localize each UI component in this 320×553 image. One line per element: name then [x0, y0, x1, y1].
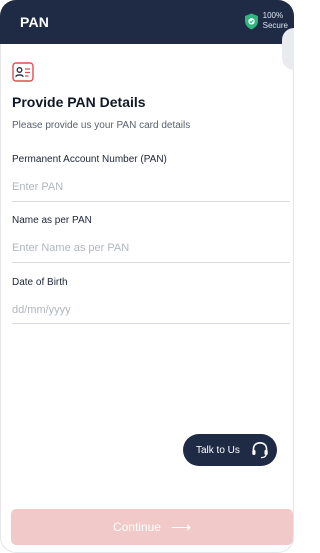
- name-input[interactable]: [12, 238, 290, 258]
- continue-label: Continue: [112, 520, 161, 534]
- pan-underline: [12, 201, 290, 202]
- id-card-icon: [12, 62, 34, 82]
- pan-label: Permanent Account Number (PAN): [12, 154, 167, 165]
- pan-input[interactable]: [12, 177, 290, 197]
- side-handle: [282, 28, 294, 70]
- dob-label: Date of Birth: [12, 277, 68, 288]
- secure-text: 100% Secure: [263, 11, 288, 31]
- secure-badge: 100% Secure: [244, 11, 288, 31]
- secure-label: Secure: [262, 21, 288, 30]
- secure-percent: 100%: [262, 11, 284, 20]
- page-title: PAN: [20, 14, 50, 30]
- name-underline: [12, 262, 290, 263]
- app-screen: PAN 100% Secure Provide PAN Details Plea…: [0, 0, 294, 553]
- talk-to-us-label: Talk to Us: [196, 444, 240, 456]
- shield-check-icon: [244, 13, 258, 29]
- continue-button[interactable]: Continue ⟶: [11, 509, 293, 545]
- form-heading: Provide PAN Details: [12, 94, 146, 110]
- dob-input[interactable]: [12, 300, 290, 320]
- form-subheading: Please provide us your PAN card details: [12, 120, 191, 131]
- arrow-right-icon: ⟶: [170, 518, 192, 535]
- talk-to-us-button[interactable]: Talk to Us: [183, 434, 277, 466]
- app-header: PAN 100% Secure: [0, 0, 294, 44]
- name-label: Name as per PAN: [12, 215, 92, 226]
- headset-icon: [252, 441, 268, 459]
- dob-underline: [12, 323, 290, 324]
